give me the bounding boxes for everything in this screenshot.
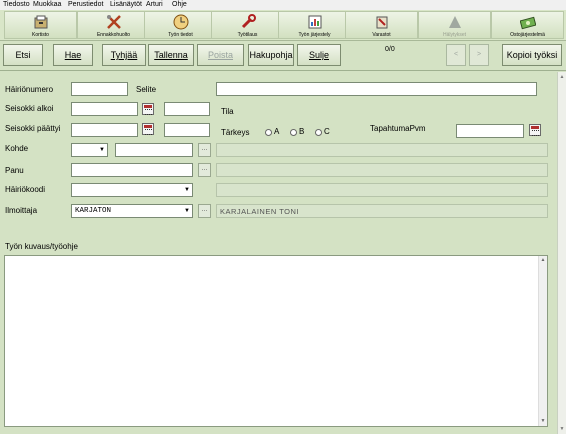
- hairiokoodi-select[interactable]: ▼: [71, 183, 193, 197]
- tyhjaa-button[interactable]: Tyhjää: [102, 44, 146, 66]
- tarkeys-c-label: C: [324, 127, 330, 136]
- tarkeys-label: Tärkeys: [221, 128, 250, 137]
- calendar-icon[interactable]: [142, 123, 154, 135]
- calendar-icon[interactable]: [142, 103, 154, 115]
- main-toolbar: Kortisto Ennakkohuolto Työn tiedot Työti…: [0, 10, 566, 41]
- seisokki-alkoi-time-input[interactable]: [164, 102, 210, 116]
- panu-lookup-button[interactable]: ...: [198, 163, 211, 177]
- menu-perustiedot[interactable]: Perustiedot: [68, 0, 103, 10]
- toolbar-ostojarjestelma-button[interactable]: Ostojärjestelmä: [491, 11, 564, 39]
- toolbar-button-label: Varastot: [372, 32, 391, 38]
- menu-tiedosto[interactable]: Tiedosto: [3, 0, 30, 10]
- kohde-input[interactable]: [115, 143, 193, 157]
- kohde-description: [216, 143, 548, 157]
- kohde-label: Kohde: [5, 144, 29, 153]
- scroll-up-icon[interactable]: ▲: [539, 256, 547, 265]
- seisokki-alkoi-label: Seisokki alkoi: [5, 104, 54, 113]
- tools-icon: [107, 15, 121, 29]
- scroll-down-icon[interactable]: ▼: [539, 417, 547, 426]
- kopioi-tyoksi-button[interactable]: Kopioi työksi: [502, 44, 562, 66]
- scroll-down-icon[interactable]: ▼: [558, 424, 566, 434]
- toolbar-button-label: Työtilaus: [237, 32, 258, 38]
- toolbar-kortisto-button[interactable]: Kortisto: [4, 11, 77, 39]
- wrench-icon: [241, 14, 256, 29]
- warning-triangle-icon: [449, 16, 461, 28]
- ilmoittaja-label: Ilmoittaja: [5, 206, 38, 215]
- toolbar-tyon-tiedot-button[interactable]: Työn tiedot: [144, 11, 217, 39]
- toolbar-ennakkohuolto-button[interactable]: Ennakkohuolto: [77, 11, 150, 39]
- menu-arturi[interactable]: Arturi: [146, 0, 163, 10]
- tarkeys-c-radio[interactable]: [315, 129, 322, 136]
- toolbar-halytykset-button[interactable]: Hälytykset: [418, 11, 491, 39]
- panu-input[interactable]: [71, 163, 193, 177]
- seisokki-paattyi-date-input[interactable]: [71, 123, 138, 137]
- panu-description: [216, 163, 548, 177]
- tarkeys-b-radio[interactable]: [290, 129, 297, 136]
- card-file-icon: [34, 15, 48, 29]
- window-scrollbar[interactable]: ▲ ▼: [557, 72, 566, 434]
- ilmoittaja-name-value: KARJALAINEN TONI: [220, 207, 299, 216]
- tarkeys-a-radio[interactable]: [265, 129, 272, 136]
- ilmoittaja-name: KARJALAINEN TONI: [216, 204, 548, 218]
- tapahtumapvm-label: TapahtumaPvm: [370, 124, 426, 133]
- seisokki-paattyi-time-input[interactable]: [164, 123, 210, 137]
- chevron-down-icon: ▼: [184, 208, 190, 214]
- toolbar-button-label: Ennakkohuolto: [96, 32, 131, 38]
- tallenna-button[interactable]: Tallenna: [148, 44, 194, 66]
- textarea-scrollbar[interactable]: ▲ ▼: [538, 256, 547, 426]
- toolbar-tyotilaus-button[interactable]: Työtilaus: [211, 11, 284, 39]
- hakupohja-button[interactable]: Hakupohja: [248, 44, 294, 66]
- ilmoittaja-lookup-button[interactable]: ...: [198, 204, 211, 218]
- hairionumero-label: Häiriönumero: [5, 85, 54, 94]
- hairionumero-input[interactable]: [71, 82, 128, 96]
- form-area: Häiriönumero Selite Seisokki alkoi Tila …: [0, 72, 566, 434]
- money-icon: [520, 16, 536, 30]
- menu-muokkaa[interactable]: Muokkaa: [33, 0, 61, 10]
- toolbar-varastot-button[interactable]: Varastot: [345, 11, 418, 39]
- prev-record-button[interactable]: <: [446, 44, 466, 66]
- action-bar: Etsi Hae Tyhjää Tallenna Poista Hakupohj…: [0, 41, 566, 71]
- kohde-lookup-button[interactable]: ...: [198, 143, 211, 157]
- tarkeys-a-label: A: [274, 127, 280, 136]
- menu-lisanaytot[interactable]: Lisänäytöt: [110, 0, 142, 10]
- menu-bar: Tiedosto Muokkaa Perustiedot Lisänäytöt …: [0, 0, 566, 10]
- toolbar-button-label: Hälytykset: [442, 32, 467, 38]
- poista-button[interactable]: Poista: [197, 44, 244, 66]
- next-record-button[interactable]: >: [469, 44, 489, 66]
- scroll-up-icon[interactable]: ▲: [558, 72, 566, 82]
- warehouse-icon: [376, 16, 388, 29]
- sulje-button[interactable]: Sulje: [297, 44, 341, 66]
- tarkeys-b-label: B: [299, 127, 305, 136]
- selite-input[interactable]: [216, 82, 537, 96]
- tapahtumapvm-input[interactable]: [456, 124, 524, 138]
- chevron-down-icon: ▼: [99, 147, 105, 153]
- seisokki-alkoi-date-input[interactable]: [71, 102, 138, 116]
- tyon-kuvaus-label: Työn kuvaus/työohje: [5, 242, 78, 251]
- calendar-chart-icon: [308, 15, 322, 29]
- toolbar-button-label: Työn järjestely: [298, 32, 331, 38]
- record-counter: 0/0: [385, 46, 395, 53]
- panu-label: Panu: [5, 166, 24, 175]
- hairiokoodi-description: [216, 183, 548, 197]
- toolbar-button-label: Työn tiedot: [168, 32, 193, 38]
- toolbar-button-label: Ostojärjestelmä: [510, 32, 545, 38]
- chevron-down-icon: ▼: [184, 187, 190, 193]
- toolbar-tyon-jarjestely-button[interactable]: Työn järjestely: [278, 11, 351, 39]
- hairiokoodi-label: Häiriökoodi: [5, 185, 46, 194]
- etsi-button[interactable]: Etsi: [3, 44, 43, 66]
- clock-icon: [173, 14, 189, 30]
- hae-button[interactable]: Hae: [53, 44, 93, 66]
- kohde-select[interactable]: ▼: [71, 143, 108, 157]
- tyon-kuvaus-textarea[interactable]: ▲ ▼: [4, 255, 548, 427]
- tila-label: Tila: [221, 107, 234, 116]
- seisokki-paattyi-label: Seisokki päättyi: [5, 124, 61, 133]
- menu-ohje[interactable]: Ohje: [172, 0, 187, 10]
- ilmoittaja-select[interactable]: KARJATON ▼: [71, 204, 193, 218]
- calendar-icon[interactable]: [529, 124, 541, 136]
- selite-label: Selite: [136, 85, 157, 94]
- ilmoittaja-value: KARJATON: [75, 207, 112, 215]
- toolbar-button-label: Kortisto: [32, 32, 49, 38]
